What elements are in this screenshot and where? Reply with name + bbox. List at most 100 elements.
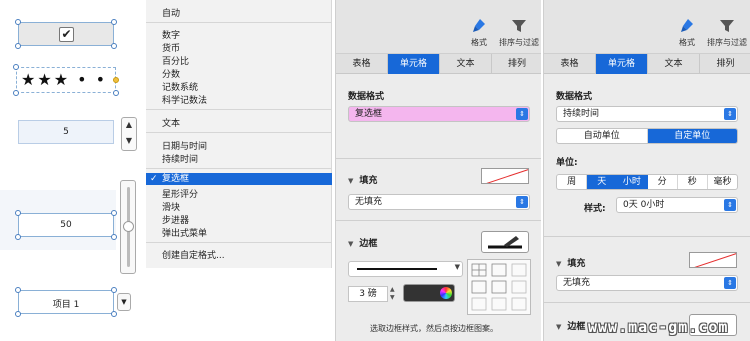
fill-color-well[interactable]: [481, 168, 529, 184]
tab-table[interactable]: 表格: [336, 54, 388, 74]
menu-item-checkbox[interactable]: ✓ 复选框: [146, 173, 332, 185]
menu-item-slider[interactable]: 滑块: [162, 200, 180, 213]
fill-value: 无填充: [563, 278, 591, 288]
tab-cell[interactable]: 单元格: [596, 54, 648, 74]
menu-item-star-rating[interactable]: 星形评分: [162, 187, 198, 200]
resize-handle[interactable]: [15, 19, 21, 25]
border-color-well[interactable]: [403, 284, 455, 302]
stepper-cell[interactable]: 5: [18, 120, 114, 144]
menu-item-fraction[interactable]: 分数: [162, 67, 180, 80]
menu-item-currency[interactable]: 货币: [162, 41, 180, 54]
slider-cell[interactable]: 50: [18, 213, 114, 237]
menu-item-numeral-system[interactable]: 记数系统: [162, 80, 198, 93]
resize-handle[interactable]: [13, 64, 19, 70]
menu-item-number[interactable]: 数字: [162, 28, 180, 41]
resize-handle[interactable]: [111, 19, 117, 25]
fill-header-label: 填充: [359, 176, 378, 186]
data-format-popup[interactable]: 持续时间 ⇕: [556, 106, 738, 122]
color-wheel-icon[interactable]: [440, 287, 452, 299]
tab-arrange[interactable]: 排列: [700, 54, 750, 74]
resize-handle[interactable]: [15, 210, 21, 216]
tab-text[interactable]: 文本: [440, 54, 492, 74]
inspector-toolbar: 格式 排序与过滤: [544, 0, 750, 54]
format-label: 格式: [679, 38, 695, 47]
tab-text[interactable]: 文本: [648, 54, 700, 74]
slider-knob[interactable]: [123, 221, 134, 232]
unit-minute[interactable]: 分: [648, 175, 678, 189]
menu-item-scientific[interactable]: 科学记数法: [162, 93, 207, 106]
menu-item-date-time[interactable]: 日期与时间: [162, 139, 207, 152]
border-pattern-grid[interactable]: [467, 259, 531, 315]
border-section-header[interactable]: ▼ 边框: [556, 319, 585, 332]
fill-section-header[interactable]: ▼ 填充: [348, 173, 377, 186]
border-section-header[interactable]: ▼ 边框: [348, 236, 377, 249]
menu-item-text[interactable]: 文本: [162, 116, 180, 129]
tab-table[interactable]: 表格: [544, 54, 596, 74]
unit-millisecond[interactable]: 毫秒: [708, 175, 737, 189]
tab-cell[interactable]: 单元格: [388, 54, 440, 74]
unit-day[interactable]: 天: [587, 175, 618, 189]
border-brush-button[interactable]: [481, 231, 529, 253]
border-size-field[interactable]: 3 磅: [348, 286, 388, 302]
resize-handle[interactable]: [111, 311, 117, 317]
fill-section-header[interactable]: ▼ 填充: [556, 256, 585, 269]
custom-units-option[interactable]: 自定单位: [647, 129, 737, 143]
style-popup[interactable]: 0天 0小时 ⇕: [616, 197, 738, 213]
no-fill-slash-icon: [694, 253, 736, 267]
menu-item-popup-menu[interactable]: 弹出式菜单: [162, 226, 207, 239]
resize-handle[interactable]: [111, 210, 117, 216]
menu-item-duration[interactable]: 持续时间: [162, 152, 198, 165]
border-hint-text: 选取边框样式，然后点按边框图案。: [370, 324, 498, 333]
unit-mode-toggle[interactable]: 自动单位 自定单位: [556, 128, 738, 144]
sort-filter-button[interactable]: 排序与过滤: [704, 18, 750, 48]
stepper-up-icon[interactable]: ▲: [122, 118, 136, 134]
popup-arrow-button[interactable]: ▼: [117, 293, 131, 311]
data-format-popup[interactable]: 复选框 ⇕: [348, 106, 530, 122]
resize-handle[interactable]: [111, 43, 117, 49]
star-rating-cell[interactable]: ★★★ • •: [16, 67, 116, 93]
units-segmented-control[interactable]: 周 天 小时 分 秒 毫秒: [556, 174, 738, 190]
menu-item-percent[interactable]: 百分比: [162, 54, 189, 67]
canvas-area: ✔ ★★★ • • 5 ▲ ▼ 50 项目 1 ▼: [0, 0, 146, 341]
disclosure-triangle-icon: ▼: [348, 177, 354, 185]
stepper-control[interactable]: ▲ ▼: [121, 117, 137, 151]
resize-handle[interactable]: [111, 287, 117, 293]
menu-item-create-custom[interactable]: 创建自定格式...: [162, 248, 225, 261]
resize-handle[interactable]: [113, 90, 119, 96]
border-size-stepper-icon[interactable]: ▲ ▼: [390, 286, 398, 302]
format-button[interactable]: 格式: [464, 18, 494, 48]
resize-handle[interactable]: [15, 234, 21, 240]
resize-handle[interactable]: [111, 234, 117, 240]
checkbox-cell[interactable]: ✔: [18, 22, 114, 46]
section-divider: [544, 302, 750, 303]
menu-item-stepper[interactable]: 步进器: [162, 213, 189, 226]
unit-week[interactable]: 周: [557, 175, 588, 189]
tab-arrange[interactable]: 排列: [492, 54, 542, 74]
chevron-updown-icon: ⇕: [516, 108, 528, 120]
star-rating[interactable]: ★★★ • •: [21, 71, 107, 89]
resize-handle[interactable]: [113, 77, 119, 83]
slider-control[interactable]: [120, 180, 136, 274]
resize-handle[interactable]: [15, 43, 21, 49]
fill-color-well[interactable]: [689, 252, 737, 268]
unit-second[interactable]: 秒: [678, 175, 708, 189]
checkbox-icon[interactable]: ✔: [59, 27, 74, 42]
auto-units-option[interactable]: 自动单位: [557, 129, 648, 143]
border-style-popup[interactable]: ▼: [348, 261, 463, 277]
border-grid-icon: [471, 263, 527, 311]
stepper-down-icon[interactable]: ▼: [122, 134, 136, 150]
slider-value: 50: [60, 220, 72, 230]
resize-handle[interactable]: [15, 311, 21, 317]
menu-item-auto[interactable]: 自动: [162, 6, 180, 19]
unit-hour[interactable]: 小时: [617, 175, 648, 189]
sort-filter-button[interactable]: 排序与过滤: [496, 18, 542, 48]
resize-handle[interactable]: [13, 90, 19, 96]
popup-cell[interactable]: 项目 1: [18, 290, 114, 314]
border-header-label: 边框: [359, 239, 378, 249]
format-button[interactable]: 格式: [672, 18, 702, 48]
inspector-toolbar: 格式 排序与过滤: [336, 0, 541, 54]
resize-handle[interactable]: [15, 287, 21, 293]
fill-popup[interactable]: 无填充 ⇕: [348, 194, 530, 210]
fill-popup[interactable]: 无填充 ⇕: [556, 275, 738, 291]
chevron-updown-icon: ⇕: [516, 196, 528, 208]
